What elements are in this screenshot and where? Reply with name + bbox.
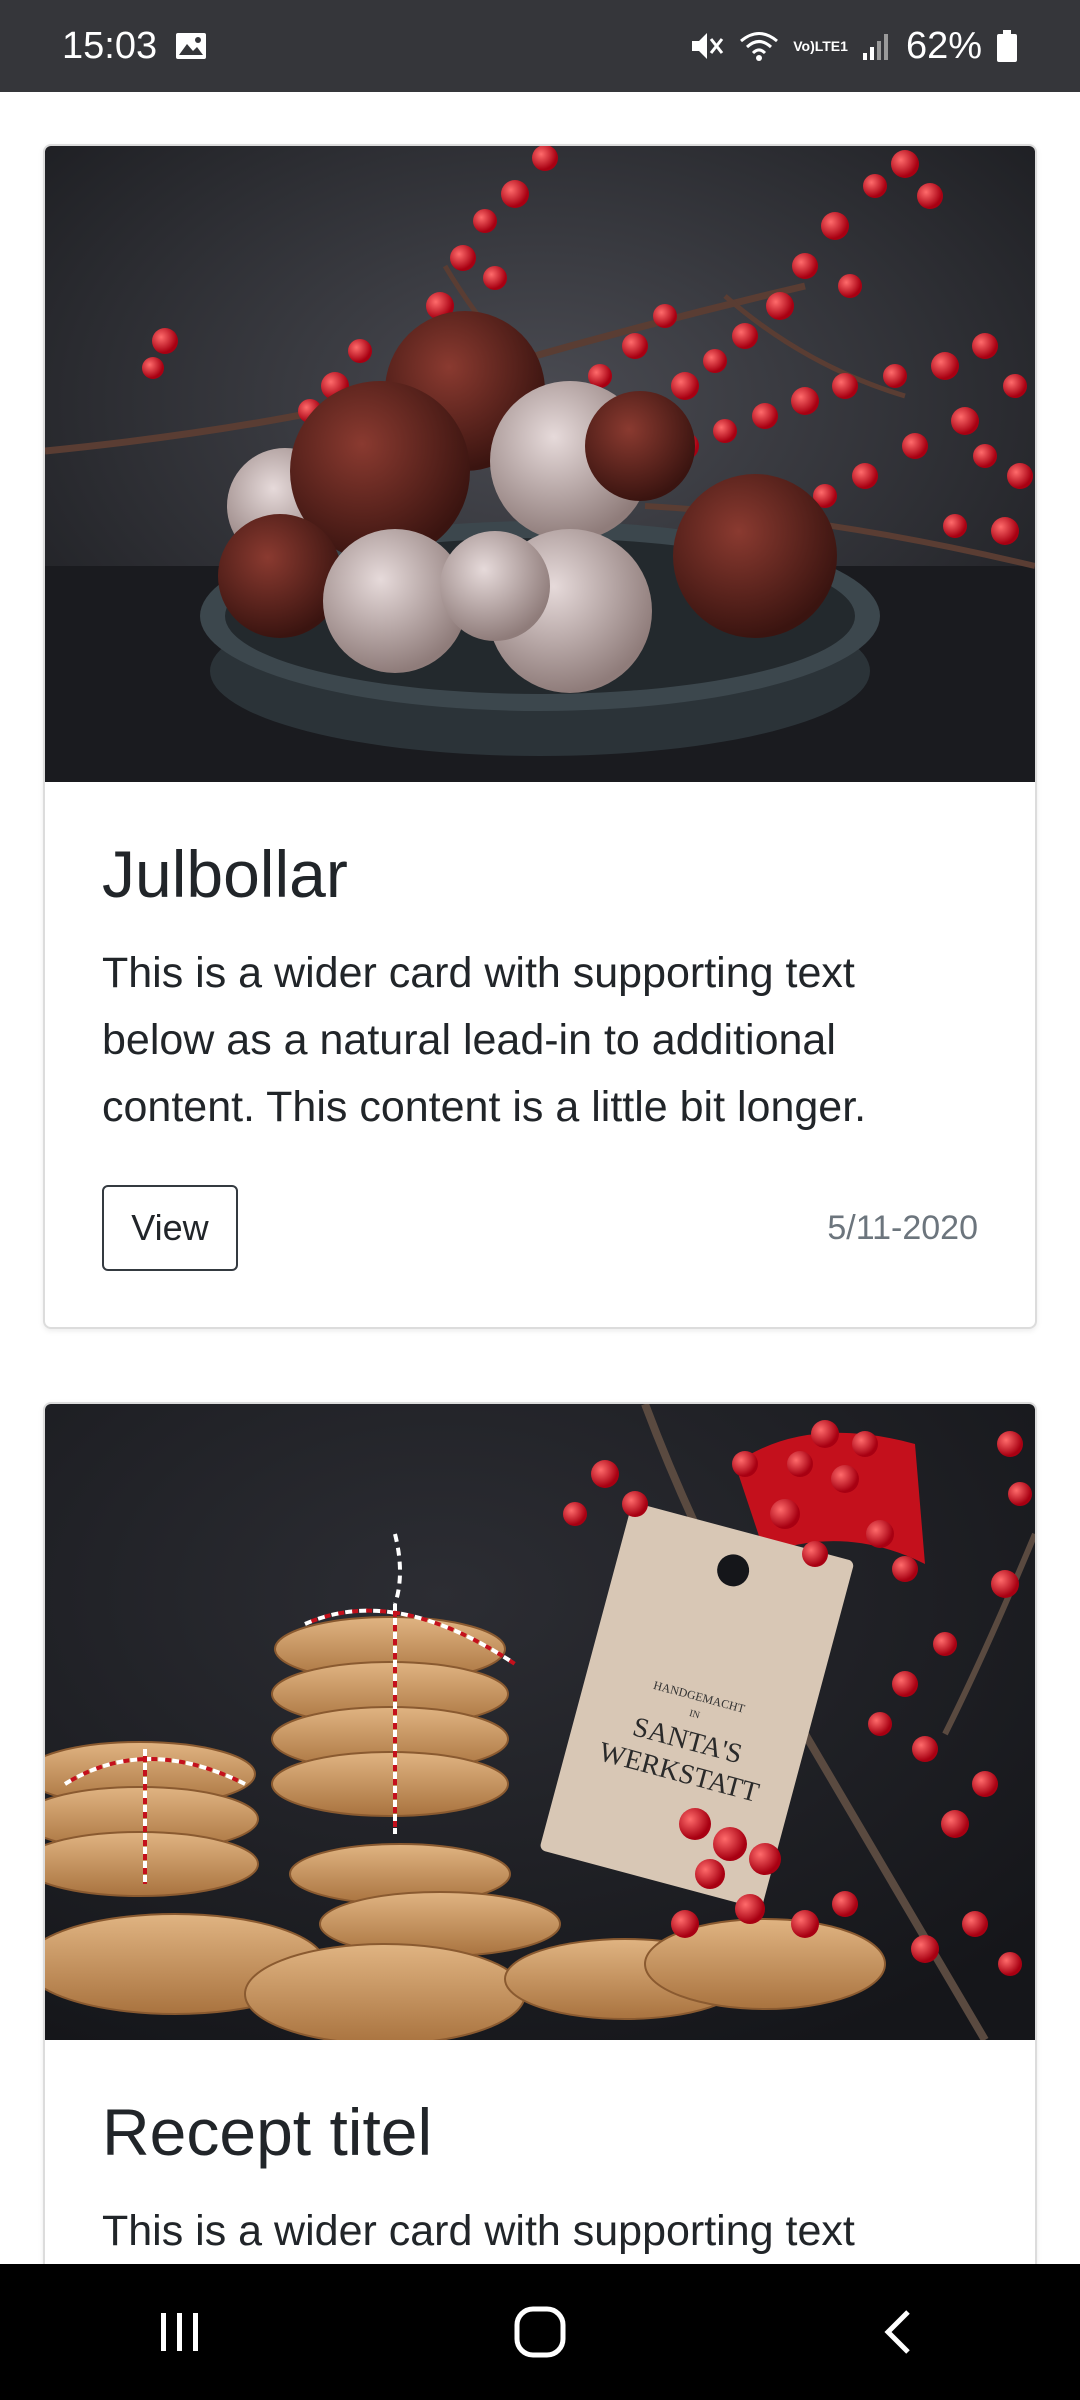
status-time: 15:03 <box>62 24 158 67</box>
card-title: Julbollar <box>102 837 348 911</box>
battery-icon <box>996 29 1018 63</box>
lte-top: Vo) <box>793 38 815 54</box>
status-right: Vo) LTE1 62% <box>689 25 1018 68</box>
card-body: Recept titel This is a wider card with s… <box>45 2040 1035 2264</box>
status-bar: 15:03 Vo) LTE1 62% <box>0 0 1080 92</box>
status-left: 15:03 <box>62 25 207 68</box>
card-footer: View 5/11-2020 <box>102 1185 978 1327</box>
recipe-card: Julbollar This is a wider card with supp… <box>43 144 1037 1329</box>
signal-icon <box>862 31 892 61</box>
card-date: 5/11-2020 <box>827 1208 978 1247</box>
mute-icon <box>689 29 725 63</box>
recent-apps-icon[interactable] <box>120 2272 240 2392</box>
chocolate-balls-image <box>45 146 1035 782</box>
card-body: Julbollar This is a wider card with supp… <box>45 782 1035 1327</box>
battery-percent: 62% <box>905 24 982 67</box>
card-feed[interactable]: Julbollar This is a wider card with supp… <box>0 92 1080 2264</box>
home-icon[interactable] <box>480 2272 600 2392</box>
card-title: Recept titel <box>102 2095 433 2169</box>
lte-bottom: LTE1 <box>814 38 848 54</box>
image-icon <box>175 32 207 60</box>
card-text: This is a wider card with supporting tex… <box>102 949 867 1131</box>
recipe-card: HANDGEMACHT IN SANTA'S WERKSTATT Recept … <box>43 1402 1037 2264</box>
back-icon[interactable] <box>840 2272 960 2392</box>
lte-indicator: Vo) LTE1 <box>793 39 848 53</box>
navigation-bar <box>0 2264 1080 2400</box>
card-text: This is a wider card with supporting tex… <box>102 2207 855 2255</box>
wifi-icon <box>739 30 779 62</box>
cookies-image: HANDGEMACHT IN SANTA'S WERKSTATT <box>45 1404 1035 2040</box>
view-button[interactable]: View <box>102 1185 238 1271</box>
